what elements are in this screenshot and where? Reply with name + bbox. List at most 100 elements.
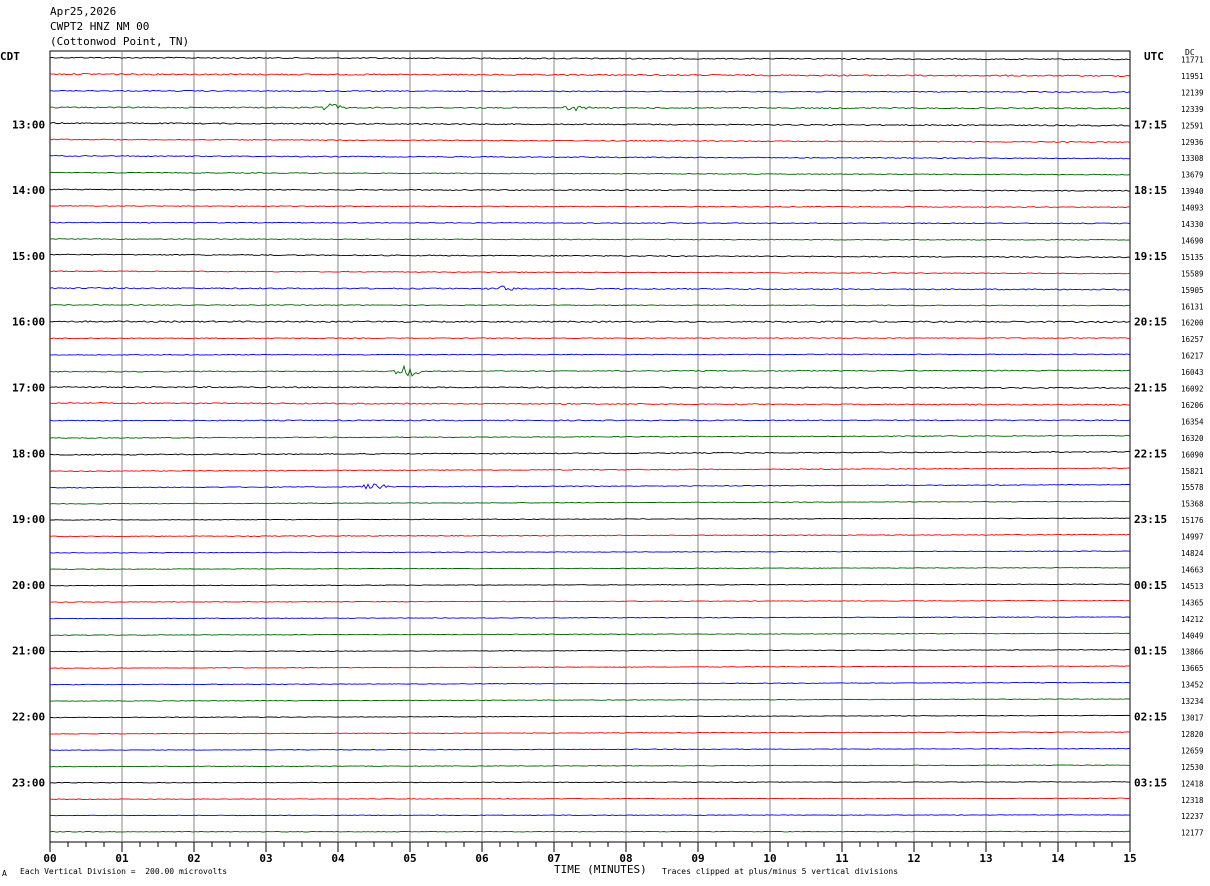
left-hour-label: 17:00 — [12, 382, 45, 395]
right-hour-label: 03:15 — [1134, 776, 1167, 789]
dc-value-label: 12177 — [1181, 829, 1204, 838]
right-hour-label: 22:15 — [1134, 447, 1167, 460]
dc-value-label: 12936 — [1181, 138, 1204, 147]
trace-line — [49, 781, 1130, 784]
right-hour-label: 18:15 — [1134, 184, 1167, 197]
dc-value-label: 12659 — [1181, 746, 1204, 755]
left-hour-label: 15:00 — [12, 250, 45, 263]
dc-value-label: 16257 — [1181, 335, 1204, 344]
dc-value-label: 14330 — [1181, 220, 1204, 229]
dc-value-label: 12237 — [1181, 812, 1204, 821]
trace-line — [49, 103, 1131, 112]
left-hour-label: 20:00 — [12, 579, 45, 592]
x-tick-label: 03 — [259, 852, 272, 865]
right-hour-label: 19:15 — [1134, 250, 1167, 263]
trace-line — [49, 616, 1131, 620]
dc-value-label: 11771 — [1181, 56, 1204, 65]
right-hour-label: 21:15 — [1134, 382, 1167, 395]
dc-value-label: 14513 — [1181, 582, 1204, 591]
left-hour-label: 18:00 — [12, 447, 45, 460]
dc-value-label: 13308 — [1181, 154, 1204, 163]
dc-value-label: 12820 — [1181, 730, 1204, 739]
plot-frame — [49, 50, 1131, 843]
trace-line — [49, 583, 1131, 587]
x-tick-label: 00 — [43, 852, 56, 865]
scale-note: Each Vertical Division = 200.00 microvol… — [20, 867, 228, 876]
trace-line — [49, 402, 1131, 406]
dc-value-label: 14997 — [1181, 533, 1204, 542]
trace-line — [49, 56, 1131, 61]
trace-line — [49, 320, 1131, 323]
x-tick-label: 14 — [1051, 852, 1065, 865]
x-tick-label: 09 — [691, 852, 704, 865]
x-tick-label: 13 — [979, 852, 992, 865]
trace-line — [49, 221, 1131, 225]
trace-line — [49, 205, 1131, 208]
trace-line — [50, 483, 1131, 490]
seismogram-plot: 00 01 02 03 04 05 06 07 08 09 10 11 12 13 14 15 1177111… — [12, 50, 1204, 865]
dc-value-label: 14824 — [1181, 549, 1204, 558]
dc-value-label: 13866 — [1181, 648, 1204, 657]
x-tick-label: 10 — [763, 852, 776, 865]
right-hour-label: 01:15 — [1134, 645, 1167, 658]
trace-line — [49, 188, 1131, 192]
right-hour-label: 00:15 — [1134, 579, 1167, 592]
trace-line — [49, 731, 1131, 735]
x-tick-label: 04 — [331, 852, 345, 865]
x-tick-label: 05 — [403, 852, 416, 865]
left-hour-label: 14:00 — [12, 184, 45, 197]
trace-line — [49, 698, 1130, 702]
dc-value-label: 14049 — [1181, 631, 1204, 640]
trace-line — [49, 814, 1130, 817]
trace-line — [49, 72, 1131, 77]
trace-line — [49, 467, 1131, 473]
dc-value-label: 16320 — [1181, 434, 1204, 443]
dc-value-label: 14093 — [1181, 204, 1204, 213]
dc-value-label: 12530 — [1181, 763, 1204, 772]
dc-value-label: 12139 — [1181, 88, 1204, 97]
dc-value-label: 12418 — [1181, 779, 1204, 788]
dc-value-label: 12591 — [1181, 121, 1204, 130]
left-hour-label: 19:00 — [12, 513, 45, 526]
trace-line — [49, 599, 1131, 603]
dc-value-label: 15176 — [1181, 516, 1204, 525]
right-hour-label: 17:15 — [1134, 118, 1167, 131]
dc-value-label: 16206 — [1181, 401, 1204, 410]
trace-line — [49, 714, 1131, 719]
trace-line — [50, 353, 1131, 356]
x-tick-label: 11 — [835, 852, 849, 865]
dc-value-label: 15135 — [1181, 253, 1204, 262]
clip-note: Traces clipped at plus/minus 5 vertical … — [662, 867, 899, 876]
trace-line — [49, 567, 1131, 570]
trace-line — [49, 304, 1131, 307]
dc-value-label: 15368 — [1181, 500, 1204, 509]
trace-line — [50, 649, 1131, 653]
plot-grid — [49, 50, 1131, 843]
trace-line — [49, 89, 1131, 93]
x-axis: 00 01 02 03 04 05 06 07 08 09 10 11 12 13 14 15 — [43, 842, 1137, 865]
x-tick-label: 02 — [187, 852, 200, 865]
dc-value-label: 15589 — [1181, 269, 1204, 278]
x-tick-label: 01 — [115, 852, 129, 865]
trace-line — [49, 238, 1131, 241]
left-hour-label: 21:00 — [12, 645, 45, 658]
trace-line — [49, 517, 1131, 521]
dc-value-label: 16131 — [1181, 302, 1204, 311]
dc-value-label: 13665 — [1181, 664, 1204, 673]
left-hour-label: 16:00 — [12, 316, 45, 329]
dc-value-label: 16354 — [1181, 417, 1204, 426]
x-tick-label: 06 — [475, 852, 489, 865]
right-hour-label: 20:15 — [1134, 316, 1167, 329]
trace-line — [49, 434, 1131, 439]
dc-value-label: 16217 — [1181, 352, 1204, 361]
dc-value-label: 14212 — [1181, 615, 1204, 624]
dc-value-label: 13234 — [1181, 697, 1204, 706]
trace-line — [49, 138, 1131, 143]
trace-line — [49, 121, 1131, 127]
dc-value-label: 16200 — [1181, 319, 1204, 328]
trace-line — [49, 665, 1131, 669]
trace-line — [49, 386, 1130, 389]
corner-mark: A — [2, 869, 7, 878]
dc-value-label: 16043 — [1181, 368, 1204, 377]
trace-line — [49, 500, 1131, 505]
